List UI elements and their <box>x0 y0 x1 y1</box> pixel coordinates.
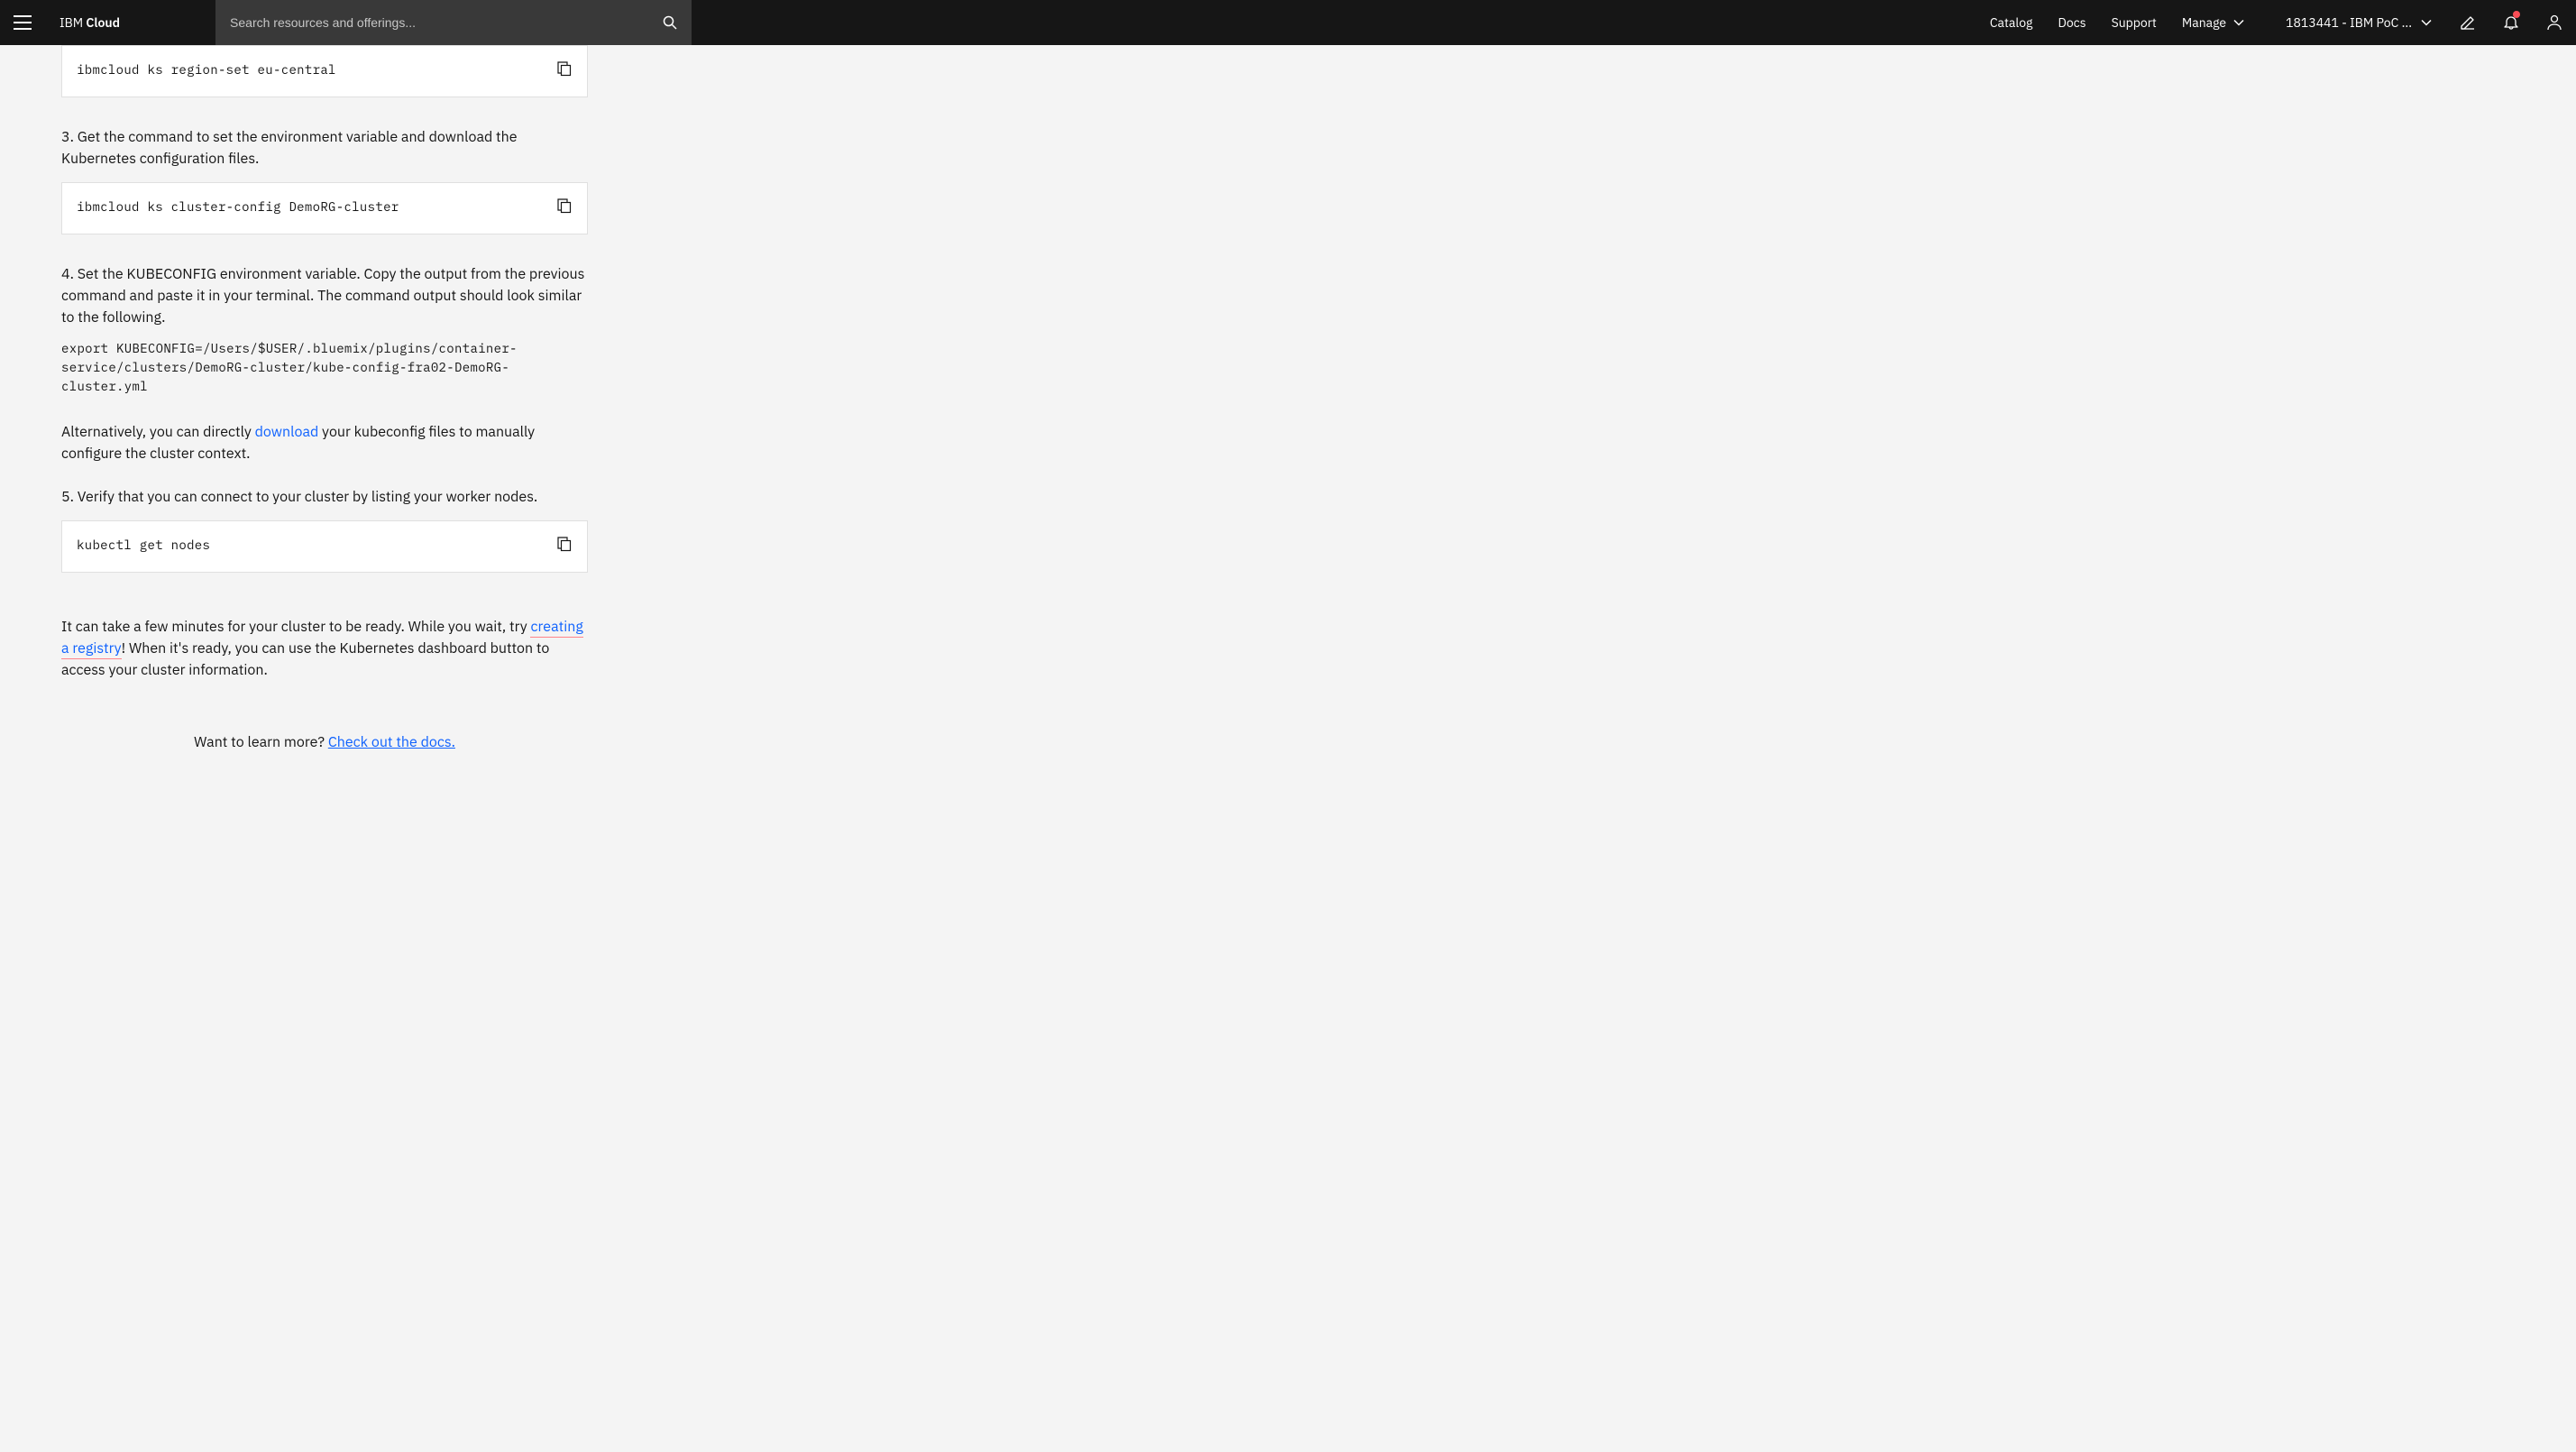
copy-button[interactable] <box>542 536 573 557</box>
nav-manage-label: Manage <box>2182 14 2226 31</box>
learn-more-pre: Want to learn more? <box>194 733 328 751</box>
notification-indicator <box>2513 11 2520 18</box>
brand-prefix: IBM <box>60 14 86 31</box>
wait-text-post: ! When it's ready, you can use the Kuber… <box>61 639 549 679</box>
learn-more: Want to learn more? Check out the docs. <box>61 731 588 782</box>
wait-text-pre: It can take a few minutes for your clust… <box>61 618 530 636</box>
nav-support[interactable]: Support <box>2099 0 2169 45</box>
nav-docs[interactable]: Docs <box>2045 0 2098 45</box>
brand-logo[interactable]: IBM Cloud <box>45 14 134 31</box>
download-link[interactable]: download <box>255 423 319 441</box>
main-content: ibmcloud ks region-set eu-central 3. Get… <box>0 45 649 782</box>
copy-button[interactable] <box>542 60 573 82</box>
code-text: ibmcloud ks region-set eu-central <box>77 60 542 79</box>
account-label: 1813441 - IBM PoC ... <box>2286 14 2412 31</box>
notifications-button[interactable] <box>2489 0 2533 45</box>
nav-manage[interactable]: Manage <box>2169 0 2257 45</box>
step-4-text: 4. Set the KUBECONFIG environment variab… <box>61 263 588 328</box>
docs-link[interactable]: Check out the docs. <box>328 733 455 751</box>
step-3-text: 3. Get the command to set the environmen… <box>61 126 588 170</box>
search-container <box>215 0 692 45</box>
code-block-region-set: ibmcloud ks region-set eu-central <box>61 45 588 97</box>
alternative-text: Alternatively, you can directly download… <box>61 421 588 464</box>
alt-text-pre: Alternatively, you can directly <box>61 423 255 441</box>
code-text: kubectl get nodes <box>77 536 542 555</box>
global-header: IBM Cloud Catalog Docs Support Manage 18… <box>0 0 2576 45</box>
menu-toggle-button[interactable] <box>0 0 45 45</box>
edit-button[interactable] <box>2446 0 2489 45</box>
user-icon <box>2545 14 2563 32</box>
user-avatar-button[interactable] <box>2533 0 2576 45</box>
chevron-down-icon <box>2233 19 2244 26</box>
copy-icon <box>556 198 573 214</box>
brand-name: Cloud <box>86 14 120 31</box>
wait-text: It can take a few minutes for your clust… <box>61 616 588 681</box>
code-text: ibmcloud ks cluster-config DemoRG-cluste… <box>77 198 542 216</box>
search-icon <box>663 15 677 30</box>
hamburger-icon <box>14 15 32 30</box>
code-block-get-nodes: kubectl get nodes <box>61 520 588 573</box>
step-5-text: 5. Verify that you can connect to your c… <box>61 486 588 508</box>
search-input[interactable] <box>215 0 648 45</box>
search-button[interactable] <box>648 0 692 45</box>
copy-icon <box>556 60 573 77</box>
code-block-cluster-config: ibmcloud ks cluster-config DemoRG-cluste… <box>61 182 588 234</box>
nav-catalog[interactable]: Catalog <box>1977 0 2046 45</box>
edit-icon <box>2459 14 2477 32</box>
account-selector[interactable]: 1813441 - IBM PoC ... <box>2271 0 2446 45</box>
chevron-down-icon <box>2421 19 2432 26</box>
header-nav: Catalog Docs Support Manage <box>1977 0 2257 45</box>
copy-button[interactable] <box>542 198 573 219</box>
export-command: export KUBECONFIG=/Users/$USER/.bluemix/… <box>61 339 588 396</box>
copy-icon <box>556 536 573 552</box>
